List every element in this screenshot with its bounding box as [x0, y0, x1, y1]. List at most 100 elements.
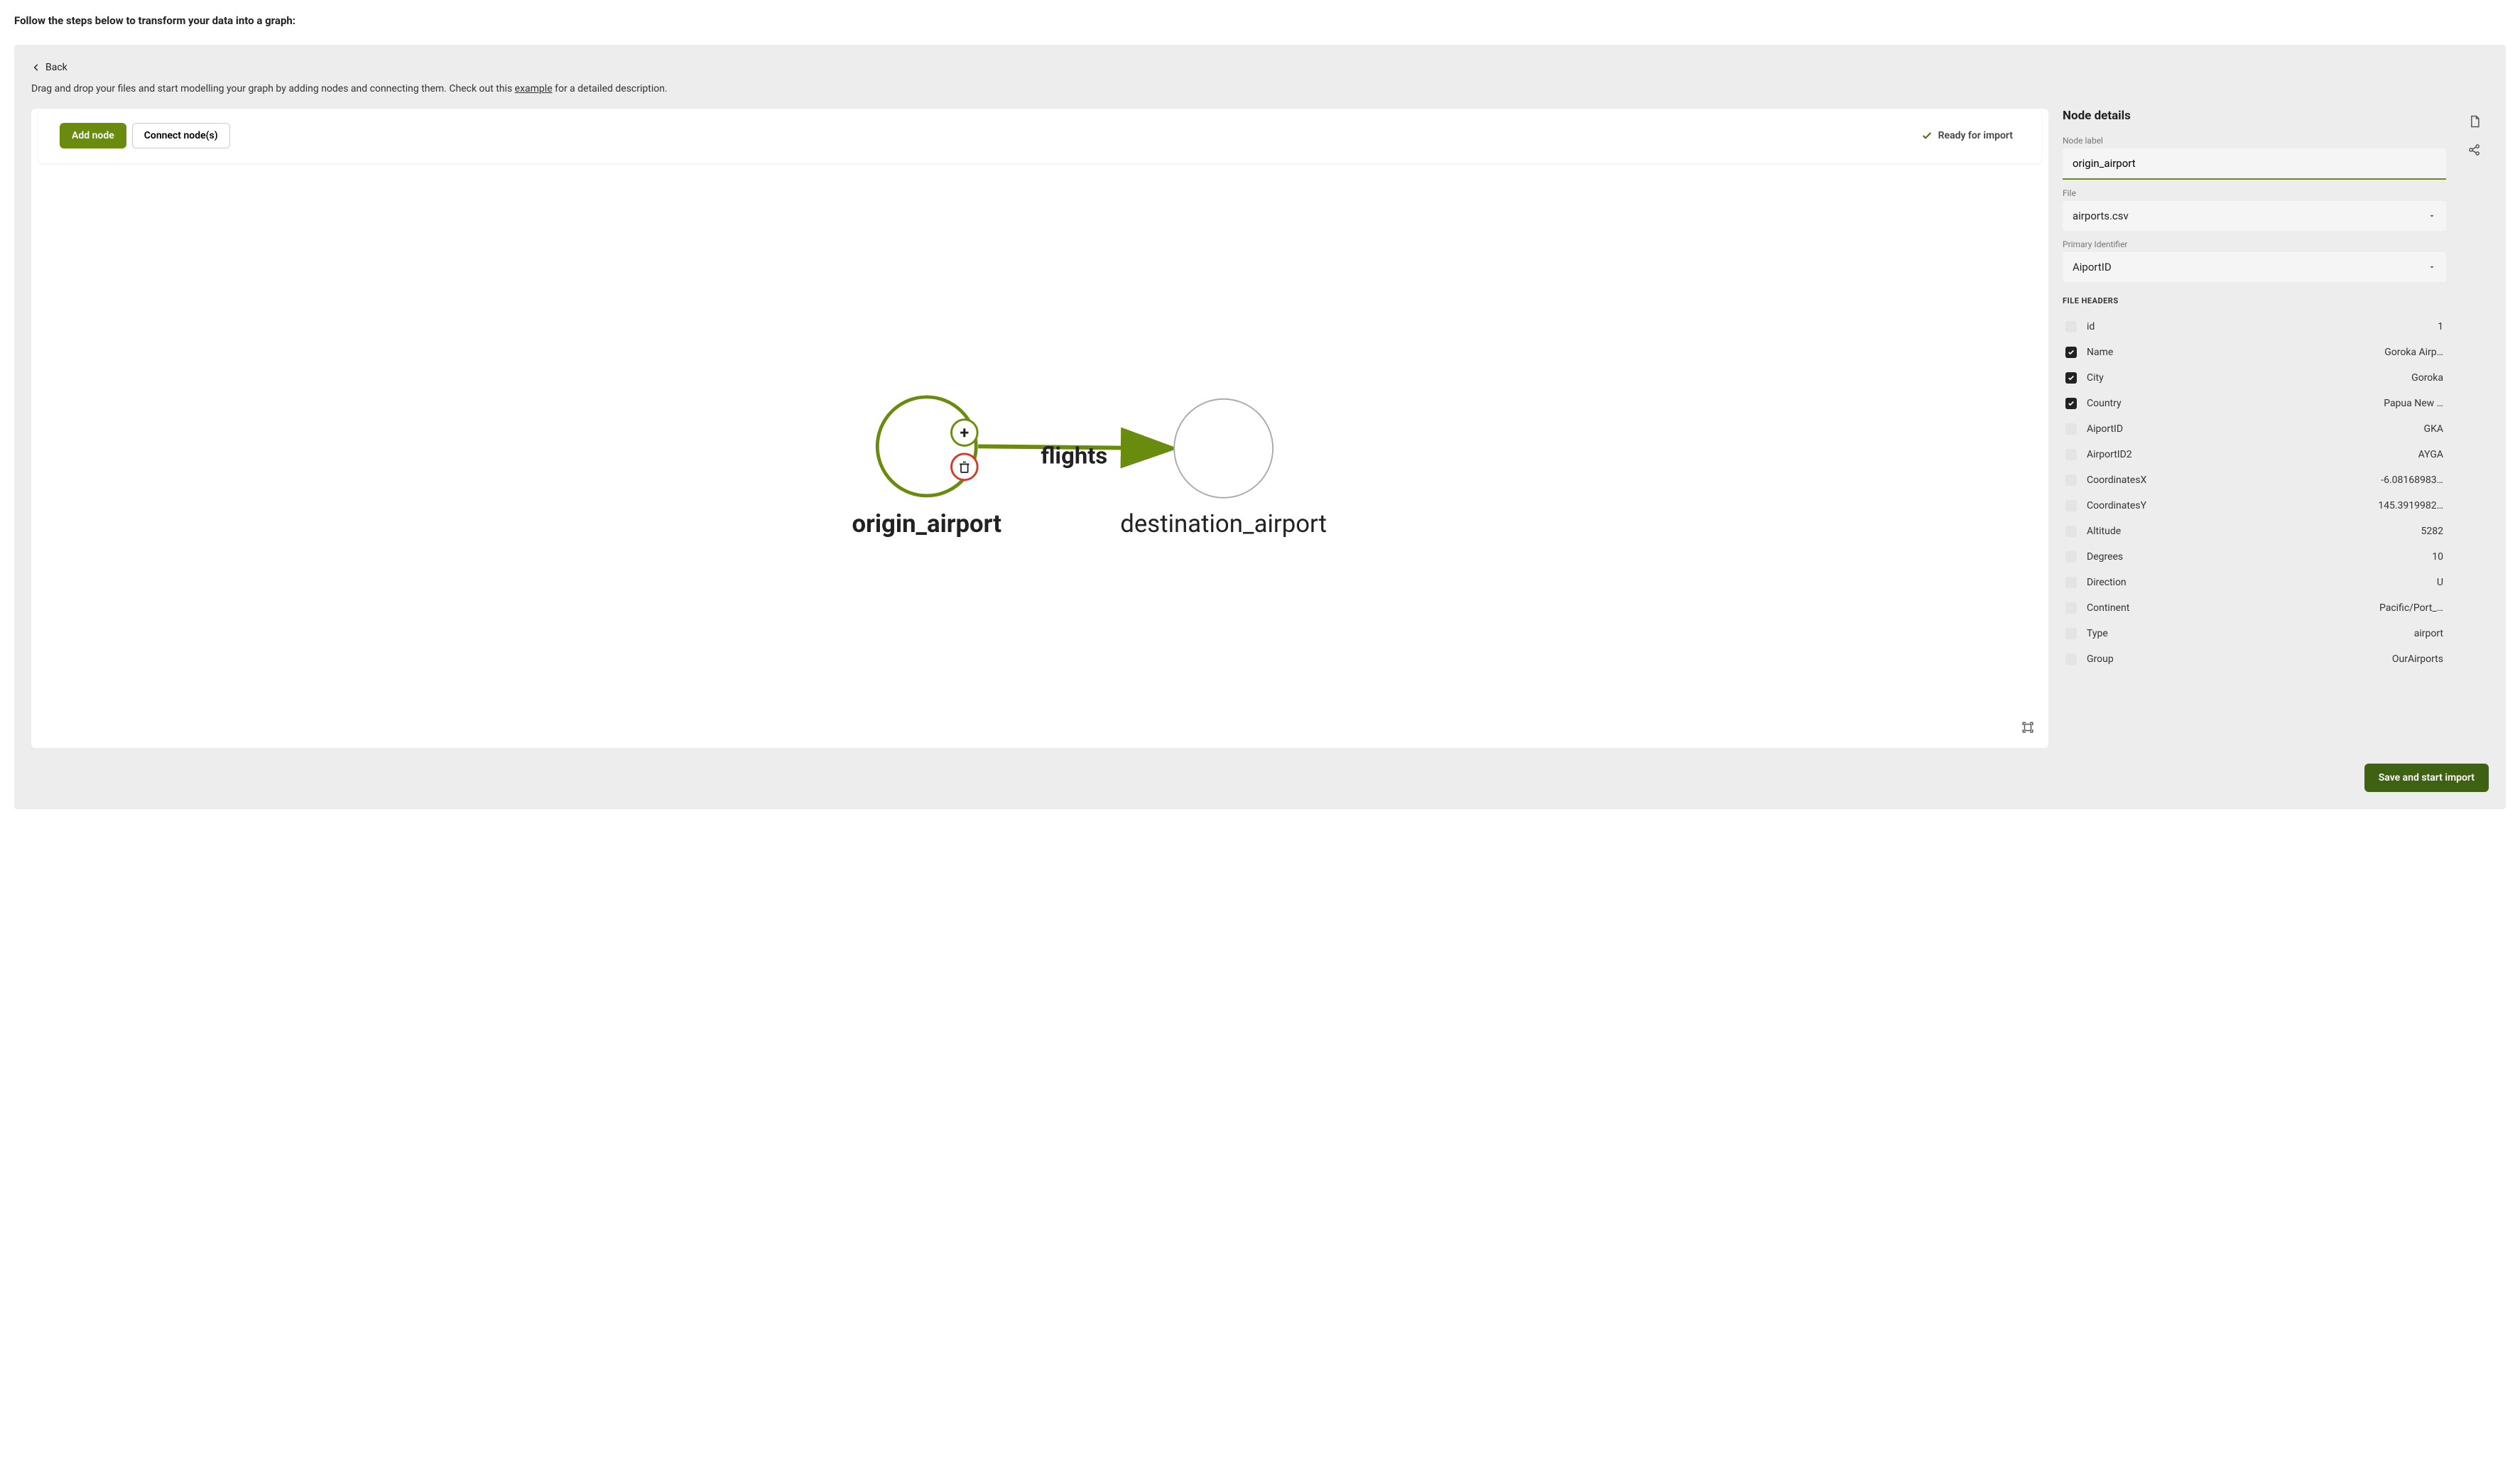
example-link[interactable]: example	[515, 83, 553, 94]
page-title: Follow the steps below to transform your…	[14, 14, 2506, 27]
document-icon[interactable]	[2467, 114, 2482, 129]
file-select[interactable]: airports.csv	[2063, 201, 2446, 231]
header-checkbox[interactable]	[2065, 474, 2077, 486]
header-row: AirportID2 AYGA	[2063, 442, 2446, 467]
helper-prefix: Drag and drop your files and start model…	[31, 83, 515, 94]
header-value: 10	[2432, 551, 2443, 563]
helper-text: Drag and drop your files and start model…	[31, 83, 2489, 94]
header-name: CoordinatesX	[2087, 474, 2146, 486]
header-name: id	[2087, 321, 2095, 332]
ready-indicator: Ready for import	[1921, 130, 2013, 141]
node-origin[interactable]	[877, 397, 976, 496]
origin-label: origin_airport	[852, 510, 1002, 538]
fit-view-button[interactable]	[2021, 721, 2034, 734]
save-start-import-button[interactable]: Save and start import	[2364, 764, 2489, 792]
header-row: Group OurAirports	[2063, 646, 2446, 672]
header-checkbox[interactable]	[2065, 423, 2077, 435]
header-name: AiportID	[2087, 423, 2123, 435]
header-name: CoordinatesY	[2087, 500, 2146, 511]
header-name: Name	[2087, 347, 2113, 358]
file-value: airports.csv	[2073, 210, 2129, 222]
primary-id-caption: Primary Identifier	[2063, 239, 2446, 249]
header-value: Pacific/Port_…	[2379, 602, 2443, 614]
chevron-down-icon	[2428, 263, 2436, 271]
header-value: Goroka	[2411, 372, 2443, 384]
header-checkbox[interactable]	[2065, 551, 2077, 563]
canvas-toolbar: Add node Connect node(s) Ready for impor…	[38, 109, 2041, 163]
header-value: 1	[2438, 321, 2443, 332]
header-value: 145.3919982…	[2378, 500, 2443, 511]
file-headers-heading: FILE HEADERS	[2063, 296, 2446, 305]
details-title: Node details	[2063, 109, 2446, 123]
back-button[interactable]: Back	[31, 62, 67, 73]
header-value: -6.08168983…	[2381, 474, 2443, 486]
helper-suffix: for a detailed description.	[553, 83, 668, 94]
header-value: AYGA	[2418, 449, 2443, 460]
destination-label: destination_airport	[1120, 510, 1327, 538]
header-value: GKA	[2424, 423, 2443, 435]
header-row: Direction U	[2063, 570, 2446, 595]
node-details-panel: Node details Node label File airports.cs…	[2063, 109, 2446, 748]
header-value: 5282	[2421, 526, 2443, 537]
header-checkbox[interactable]	[2065, 500, 2077, 511]
header-row: Name Goroka Airp…	[2063, 340, 2446, 365]
header-checkbox[interactable]	[2065, 526, 2077, 537]
arrow-left-icon	[31, 63, 41, 72]
header-name: Group	[2087, 653, 2114, 665]
header-value: Goroka Airp…	[2384, 347, 2443, 358]
header-row: Type airport	[2063, 621, 2446, 646]
header-row: Continent Pacific/Port_…	[2063, 595, 2446, 621]
header-checkbox[interactable]	[2065, 602, 2077, 614]
connect-nodes-button[interactable]: Connect node(s)	[132, 123, 230, 148]
footer-bar: Save and start import	[31, 764, 2489, 792]
header-checkbox[interactable]	[2065, 628, 2077, 639]
header-checkbox[interactable]	[2065, 577, 2077, 588]
header-checkbox[interactable]	[2065, 372, 2077, 384]
back-label: Back	[45, 62, 67, 73]
header-row: Degrees 10	[2063, 544, 2446, 570]
header-row: AiportID GKA	[2063, 416, 2446, 442]
chevron-down-icon	[2428, 212, 2436, 220]
header-checkbox[interactable]	[2065, 321, 2077, 332]
file-caption: File	[2063, 188, 2446, 198]
node-label-input[interactable]	[2063, 148, 2446, 180]
canvas-panel: Add node Connect node(s) Ready for impor…	[31, 109, 2048, 748]
header-name: Direction	[2087, 577, 2127, 588]
file-headers-list: id 1 Name Goroka Airp… City Goroka CountryPapu…	[2063, 314, 2446, 672]
header-checkbox[interactable]	[2065, 347, 2077, 358]
header-row: City Goroka	[2063, 365, 2446, 391]
plus-icon: +	[960, 423, 970, 443]
header-value: U	[2437, 577, 2443, 588]
header-row: id 1	[2063, 314, 2446, 340]
main-panel: Back Drag and drop your files and start …	[14, 45, 2506, 809]
header-name: Type	[2087, 628, 2108, 639]
header-value: airport	[2414, 628, 2443, 639]
primary-id-select[interactable]: AiportID	[2063, 252, 2446, 282]
workspace: Add node Connect node(s) Ready for impor…	[31, 109, 2489, 748]
delete-badge[interactable]	[952, 454, 978, 480]
header-row: CountryPapua New …	[2063, 391, 2446, 416]
share-icon[interactable]	[2467, 143, 2482, 157]
primary-id-value: AiportID	[2073, 261, 2112, 273]
header-value: OurAirports	[2392, 653, 2443, 665]
side-icon-rail	[2460, 109, 2489, 748]
graph-canvas[interactable]: + flights origin_airport dest	[31, 158, 2048, 748]
node-destination[interactable]	[1174, 399, 1273, 498]
header-row: CoordinatesY 145.3919982…	[2063, 493, 2446, 519]
node-label-caption: Node label	[2063, 136, 2446, 146]
header-checkbox[interactable]	[2065, 449, 2077, 460]
check-icon	[1921, 130, 1933, 141]
add-node-button[interactable]: Add node	[60, 123, 126, 148]
header-row: Altitude 5282	[2063, 519, 2446, 544]
header-checkbox[interactable]	[2065, 398, 2077, 409]
header-name: Continent	[2087, 602, 2129, 614]
ready-label: Ready for import	[1938, 130, 2013, 141]
header-row: CoordinatesX -6.08168983…	[2063, 467, 2446, 493]
header-checkbox[interactable]	[2065, 653, 2077, 665]
header-name: Altitude	[2087, 526, 2121, 537]
header-name: Degrees	[2087, 551, 2123, 563]
header-name: AirportID2	[2087, 449, 2132, 460]
edge-label: flights	[1041, 443, 1107, 470]
header-value: Papua New …	[2384, 398, 2443, 409]
header-name: City	[2087, 372, 2104, 384]
